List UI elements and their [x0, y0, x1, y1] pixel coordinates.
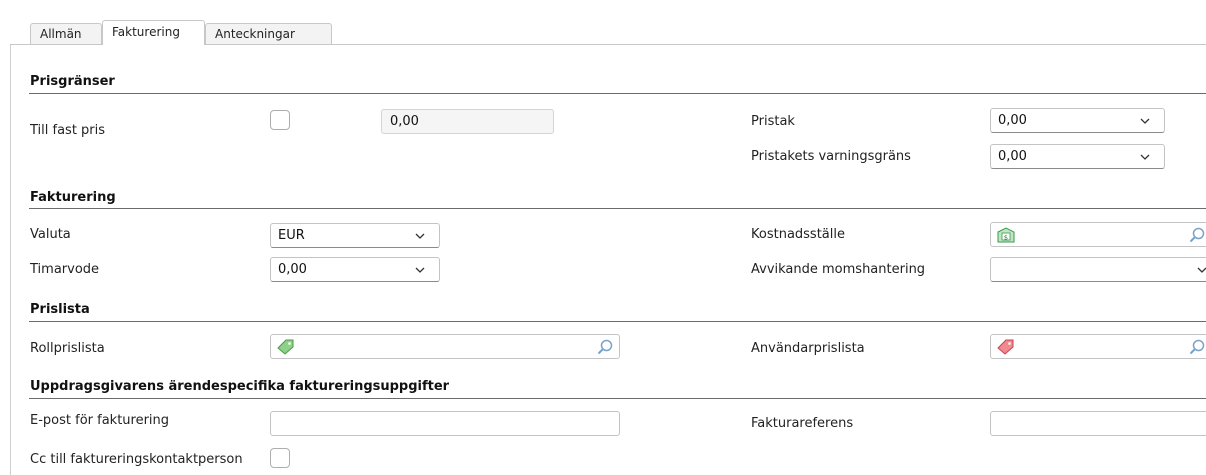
rollprislista-label: Rollprislista — [30, 341, 105, 356]
valuta-select[interactable]: EUR — [270, 223, 440, 248]
chevron-down-icon — [1197, 267, 1206, 273]
chevron-down-icon — [415, 267, 425, 273]
varningsgrans-value: 0,00 — [998, 149, 1027, 164]
epost-input[interactable] — [270, 411, 620, 436]
tab-anteckningar[interactable]: Anteckningar — [205, 23, 332, 45]
epost-label: E-post för fakturering — [30, 413, 170, 428]
pristak-label: Pristak — [751, 114, 795, 129]
chevron-down-icon — [415, 233, 425, 239]
search-icon[interactable] — [1189, 339, 1205, 355]
section-title-prislista: Prislista — [30, 302, 90, 317]
chevron-down-icon — [1140, 154, 1150, 160]
svg-text:$: $ — [1004, 233, 1008, 241]
kostnadsstalle-lookup[interactable]: $ — [990, 222, 1206, 247]
section-title-uppdrag: Uppdragsgivarens ärendespecifika fakture… — [30, 379, 450, 394]
anvandarprislista-label: Användarprislista — [751, 341, 865, 356]
section-title-prisgranser: Prisgränser — [30, 74, 115, 89]
anvandarprislista-lookup[interactable] — [990, 334, 1206, 359]
section-rule — [29, 208, 1206, 209]
till-fast-pris-label: Till fast pris — [30, 123, 106, 138]
section-rule — [29, 321, 1206, 322]
valuta-label: Valuta — [30, 227, 71, 242]
pristak-select[interactable]: 0,00 — [990, 108, 1165, 133]
section-rule — [29, 398, 1206, 399]
kostnadsstalle-label: Kostnadsställe — [751, 227, 845, 242]
section-title-fakturering: Fakturering — [30, 190, 116, 205]
till-fast-pris-checkbox[interactable] — [270, 110, 290, 130]
pristak-value: 0,00 — [998, 113, 1027, 128]
rollprislista-lookup[interactable] — [270, 334, 620, 359]
valuta-value: EUR — [278, 228, 305, 243]
fast-pris-input[interactable]: 0,00 — [381, 109, 554, 134]
tab-fakturering[interactable]: Fakturering — [102, 20, 205, 45]
tab-allman[interactable]: Allmän — [30, 23, 102, 45]
price-tag-green-icon — [277, 339, 294, 355]
timarvode-value: 0,00 — [278, 262, 307, 277]
varningsgrans-label: Pristakets varningsgräns — [751, 149, 911, 164]
timarvode-select[interactable]: 0,00 — [270, 257, 440, 282]
search-icon[interactable] — [597, 339, 613, 355]
varningsgrans-select[interactable]: 0,00 — [990, 144, 1165, 169]
timarvode-label: Timarvode — [30, 262, 100, 277]
chevron-down-icon — [1140, 118, 1150, 124]
cost-center-icon: $ — [997, 227, 1015, 243]
section-rule — [29, 93, 1206, 94]
momshantering-label: Avvikande momshantering — [751, 262, 926, 277]
price-tag-red-icon — [997, 339, 1014, 355]
fakturareferens-input[interactable] — [990, 411, 1206, 436]
cc-label: Cc till faktureringskontaktperson — [30, 452, 243, 467]
search-icon[interactable] — [1189, 227, 1205, 243]
panel-border — [10, 44, 11, 475]
fakturareferens-label: Fakturareferens — [751, 416, 854, 431]
cc-checkbox[interactable] — [270, 448, 290, 468]
momshantering-select[interactable] — [990, 257, 1206, 282]
